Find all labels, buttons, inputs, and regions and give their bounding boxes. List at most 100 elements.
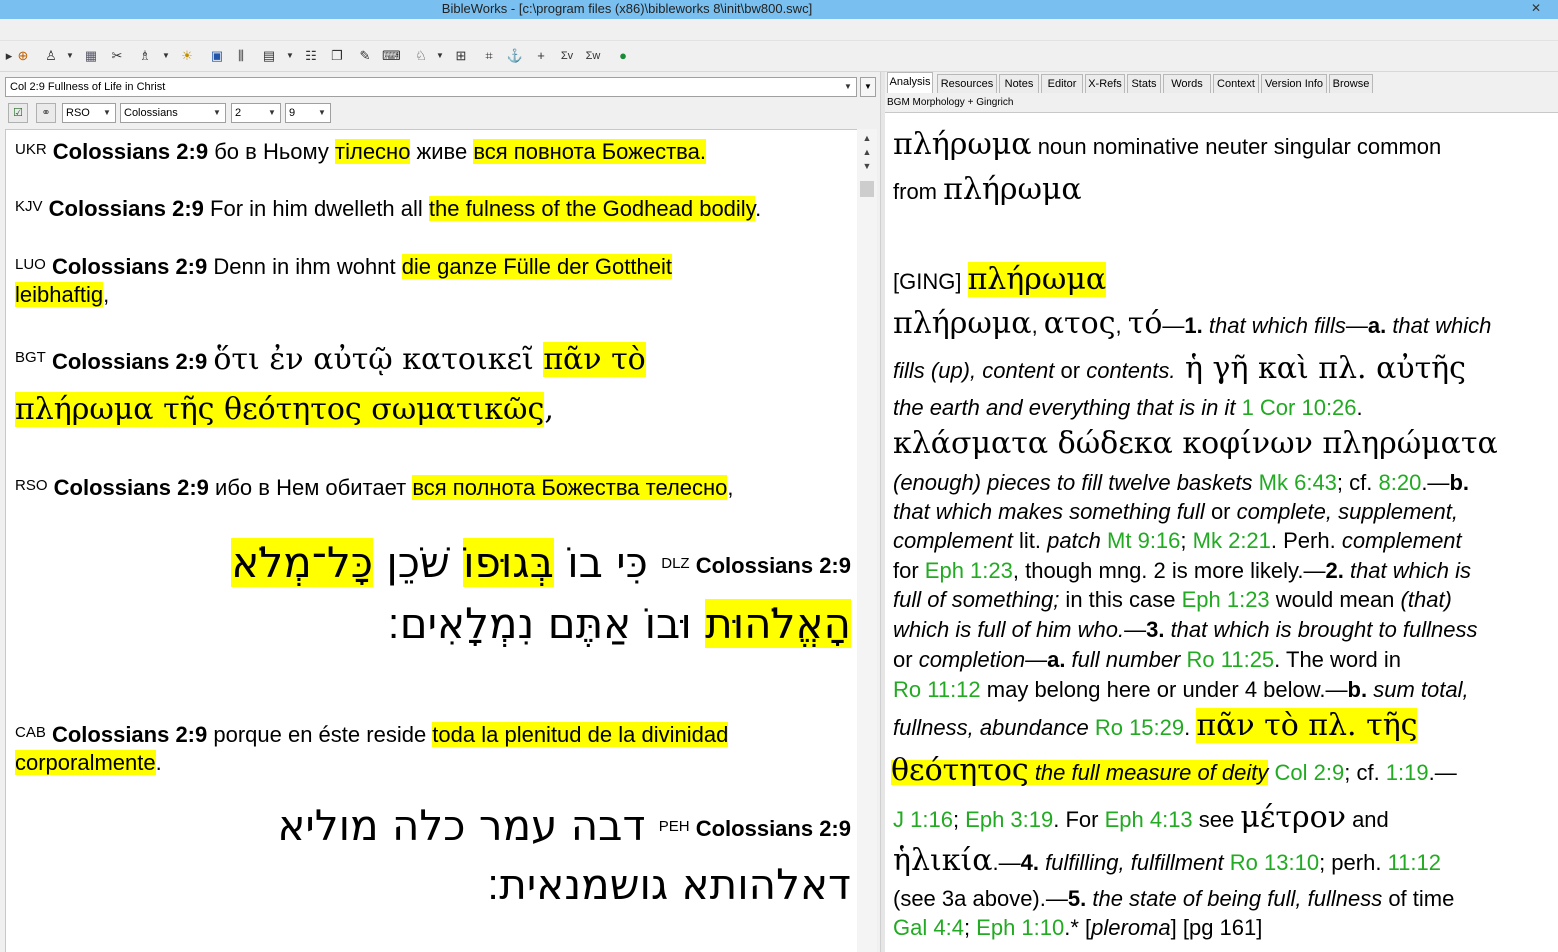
tab-xrefs[interactable]: X-Refs [1085,74,1125,93]
chevron-down-icon[interactable]: ▼ [286,48,294,64]
verb-icon[interactable]: Σv [558,47,576,65]
pane-menu-button[interactable]: ▼ [860,77,876,97]
anchor-icon[interactable]: ⚓ [506,47,524,65]
copy-icon[interactable]: ❐ [328,47,346,65]
greek-text: ἡ γῆ καὶ πλ. αὐτῆς [1175,351,1466,386]
tab-analysis[interactable]: Analysis [887,72,933,93]
verse-ref[interactable]: Colossians 2:9 [54,475,209,500]
entry-text: .* [ [1064,915,1092,940]
tab-browse[interactable]: Browse [1329,74,1373,93]
chevron-down-icon[interactable]: ▼ [66,48,74,64]
verse-ref[interactable]: Colossians 2:9 [52,254,207,279]
book-select[interactable]: Colossians ▼ [120,103,226,123]
scripture-link[interactable]: Eph 4:13 [1105,807,1193,832]
scripture-link[interactable]: J 1:16 [893,807,953,832]
chevron-down-icon[interactable]: ▼ [264,104,280,122]
version-select[interactable]: RSO ▼ [62,103,116,123]
window-icon[interactable]: ▣ [208,47,226,65]
version-icon[interactable]: ♗ [136,47,154,65]
tab-version-info[interactable]: Version Info [1261,74,1327,93]
lemma[interactable]: πλήρωμα [893,127,1032,162]
person-icon[interactable]: ♘ [412,47,430,65]
verse-ref[interactable]: Colossians 2:9 [696,553,851,578]
tools-icon[interactable]: ✂ [108,47,126,65]
chevron-down-icon[interactable]: ▼ [162,48,170,64]
scroll-down-icon[interactable]: ▼ [857,159,877,173]
verse-cab[interactable]: CAB Colossians 2:9 porque en éste reside… [15,721,835,777]
checkbox-icon[interactable]: ☑ [8,103,28,123]
scripture-link[interactable]: 1 Cor 10:26 [1242,395,1357,420]
parallel-icon[interactable]: ⫼ [232,47,250,65]
chevron-down-icon[interactable]: ▼ [209,104,225,122]
book-icon[interactable]: ▦ [82,47,100,65]
scripture-link[interactable]: 1:19 [1386,760,1429,785]
notes-icon[interactable]: ✎ [356,47,374,65]
verse-kjv[interactable]: KJV Colossians 2:9 For in him dwelleth a… [15,195,761,223]
verse-peh[interactable]: PEH Colossians 2:9 דבה עמר כלה מוליא דאל… [21,798,851,913]
grid-icon[interactable]: ▤ [260,47,278,65]
tab-words[interactable]: Words [1163,74,1211,93]
scripture-link[interactable]: Eph 1:10 [976,915,1064,940]
scripture-link[interactable]: Mk 6:43 [1259,470,1337,495]
tab-context[interactable]: Context [1213,74,1259,93]
browse-scrollbar[interactable]: ▲ ▲ ▼ [857,129,877,952]
entry-text: ; [963,915,977,940]
scripture-link[interactable]: Eph 1:23 [1182,587,1270,612]
verse-ref[interactable]: Colossians 2:9 [53,139,208,164]
tab-resources[interactable]: Resources [937,74,997,93]
scripture-link[interactable]: Col 2:9 [1275,760,1345,785]
entry-line: full of something; in this case Eph 1:23… [893,585,1452,615]
tab-editor[interactable]: Editor [1041,74,1083,93]
verse-select[interactable]: 9 ▼ [285,103,331,123]
scripture-link[interactable]: Mk 2:21 [1193,528,1271,553]
verse-ref[interactable]: Colossians 2:9 [696,816,851,841]
scripture-link[interactable]: Eph 1:23 [925,558,1013,583]
keyboard-icon[interactable]: ⌨ [382,47,401,65]
scripture-link[interactable]: 11:12 [1388,850,1441,875]
version-label: CAB [15,724,46,741]
entry-gloss: complement [893,528,1013,553]
target-icon[interactable]: ⊕ [14,47,32,65]
verse-dlz[interactable]: DLZ Colossians 2:9 כִּי בוֹ בְּגוּפוֹ שֹ… [21,534,851,653]
scroll-up-icon[interactable]: ▲ [857,145,877,159]
scroll-thumb[interactable] [860,181,874,197]
verse-bgt[interactable]: BGT Colossians 2:9 ὅτι ἐν αὐτῷ κατοικεῖ … [15,336,855,436]
verse-luo[interactable]: LUO Colossians 2:9 Denn in ihm wohnt die… [15,253,815,309]
scripture-link[interactable]: Eph 3:19 [965,807,1053,832]
scripture-link[interactable]: Gal 4:4 [893,915,964,940]
link-icon[interactable]: ⚭ [36,103,56,123]
verse-rso[interactable]: RSO Colossians 2:9 ибо в Нем обитает вся… [15,474,734,502]
verse-reference-input[interactable]: Col 2:9 Fullness of Life in Christ ▼ [5,77,857,97]
chevron-down-icon[interactable]: ▼ [436,48,444,64]
scripture-link[interactable]: Ro 11:25 [1187,647,1275,672]
plus-icon[interactable]: + [532,47,550,65]
tab-notes[interactable]: Notes [999,74,1039,93]
scripture-link[interactable]: 8:20 [1378,470,1421,495]
scripture-link[interactable]: Ro 13:10 [1230,850,1319,875]
verse-ukr[interactable]: UKR Colossians 2:9 бо в Ньому тілесно жи… [15,138,706,166]
chevron-down-icon[interactable]: ▼ [99,104,115,122]
diagram-icon[interactable]: ⌗ [480,47,498,65]
chevron-down-icon[interactable]: ▼ [840,78,856,96]
layout-icon[interactable]: ⊞ [452,47,470,65]
word-icon[interactable]: Σw [584,47,602,65]
scripture-link[interactable]: Mt 9:16 [1107,528,1180,553]
entry-gloss: that which makes something full [893,499,1205,524]
list-icon[interactable]: ☷ [302,47,320,65]
scripture-link[interactable]: Ro 11:12 [893,677,981,702]
scroll-up-icon[interactable]: ▲ [857,131,877,145]
tab-stats[interactable]: Stats [1127,74,1161,93]
verse-ref[interactable]: Colossians 2:9 [49,196,204,221]
globe-icon[interactable]: ● [614,47,632,65]
chapter-select[interactable]: 2 ▼ [231,103,281,123]
close-icon[interactable]: ✕ [1520,0,1552,19]
entry-text: .— [1421,470,1450,495]
person-search-icon[interactable]: ♙ [42,47,60,65]
verse-ref[interactable]: Colossians 2:9 [52,349,207,374]
version-label: DLZ [661,554,690,572]
verse-ref[interactable]: Colossians 2:9 [52,722,207,747]
chevron-down-icon[interactable]: ▼ [314,104,330,122]
scripture-link[interactable]: Ro 15:29 [1095,715,1184,740]
lamp-icon[interactable]: ☀ [178,47,196,65]
lemma[interactable]: πλήρωμα [943,172,1082,207]
